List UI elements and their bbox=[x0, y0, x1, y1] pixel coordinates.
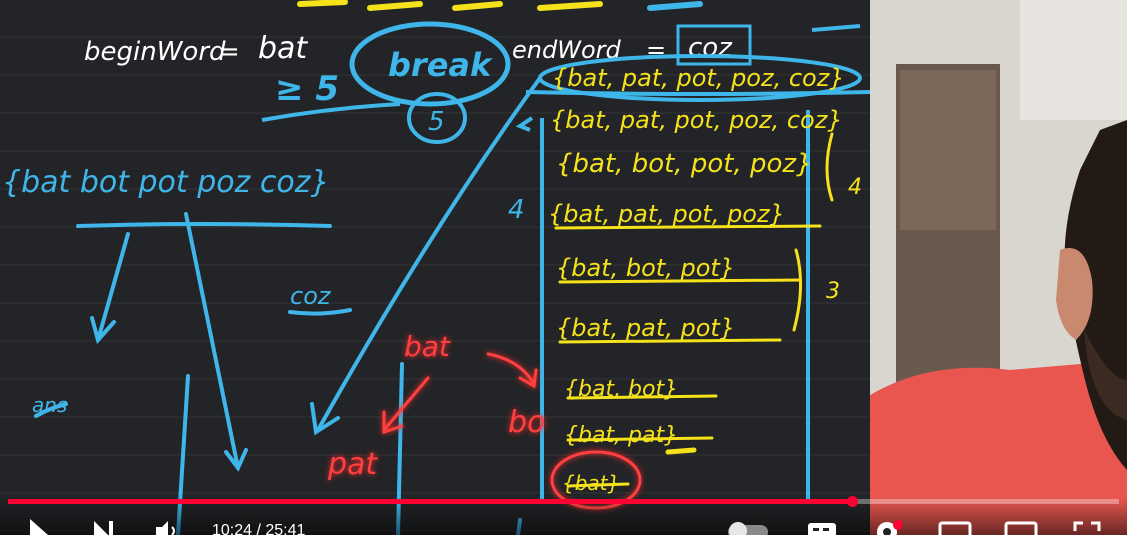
set-row-6: {bat, pat, pot} bbox=[556, 314, 735, 342]
count-three: 3 bbox=[826, 279, 840, 304]
play-icon bbox=[30, 519, 48, 535]
set-row-4: {bat, pat, pot, poz} bbox=[548, 200, 785, 228]
gear-icon bbox=[877, 520, 902, 535]
video-player[interactable]: beginWord = bat ≥ 5 break 5 endWord = co… bbox=[0, 0, 1127, 535]
captions-icon bbox=[808, 523, 836, 535]
set-row-3: {bat, bot, pot, poz} bbox=[556, 149, 813, 179]
autoplay-toggle-icon bbox=[728, 522, 768, 535]
ge-five-note: ≥ 5 bbox=[275, 69, 339, 109]
tree-lines bbox=[34, 76, 542, 535]
set-row-5: {bat, bot, pot} bbox=[556, 254, 735, 282]
set-row-1: {bat, pat, pot, poz, coz} bbox=[552, 64, 845, 92]
count-four-left: 4 bbox=[508, 195, 525, 225]
red-bat: bat bbox=[404, 330, 451, 363]
five-note: 5 bbox=[428, 107, 445, 137]
volume-button[interactable] bbox=[154, 515, 180, 535]
equals-sign-2: = bbox=[646, 36, 666, 64]
whiteboard-drawing: beginWord = bat ≥ 5 break 5 endWord = co… bbox=[2, 0, 870, 535]
set-row-8: {bat, pat} bbox=[564, 423, 678, 448]
next-icon bbox=[94, 521, 113, 535]
settings-button[interactable] bbox=[872, 515, 902, 535]
fullscreen-icon bbox=[1073, 521, 1101, 531]
presenter-image bbox=[870, 0, 1127, 535]
miniplayer-button[interactable] bbox=[938, 515, 972, 535]
ans-label: ans bbox=[32, 393, 67, 417]
coz-label: coz bbox=[290, 282, 332, 310]
end-word-value: coz bbox=[688, 33, 733, 63]
time-display: 10:24 / 25:41 bbox=[212, 522, 306, 535]
captions-button[interactable] bbox=[806, 515, 838, 535]
begin-word-label: beginWord bbox=[84, 37, 226, 67]
whiteboard-video-frame: beginWord = bat ≥ 5 break 5 endWord = co… bbox=[0, 0, 870, 535]
begin-word-value: bat bbox=[258, 31, 308, 66]
word-set: {bat bot pot poz coz} bbox=[2, 165, 330, 200]
set-row-2: {bat, pat, pot, poz, coz} bbox=[550, 106, 843, 134]
progress-bar-fill bbox=[8, 499, 853, 504]
break-note: break bbox=[388, 46, 493, 84]
red-pat: pat bbox=[327, 447, 378, 482]
miniplayer-icon bbox=[938, 521, 972, 535]
autoplay-toggle[interactable] bbox=[726, 515, 772, 535]
presenter-camera-feed bbox=[870, 0, 1127, 535]
progress-bar[interactable] bbox=[8, 496, 1119, 507]
count-four-right: 4 bbox=[848, 175, 862, 200]
red-bo: bo bbox=[508, 405, 545, 440]
fullscreen-button[interactable] bbox=[1072, 515, 1102, 535]
theater-mode-button[interactable] bbox=[1004, 515, 1038, 535]
top-cut-strokes bbox=[297, 0, 703, 11]
set-row-9: {bat} bbox=[562, 471, 620, 495]
equals-sign: = bbox=[218, 37, 240, 67]
play-button[interactable] bbox=[28, 515, 50, 535]
theater-mode-icon bbox=[1004, 521, 1038, 535]
volume-icon bbox=[156, 521, 175, 535]
next-button[interactable] bbox=[92, 515, 116, 535]
